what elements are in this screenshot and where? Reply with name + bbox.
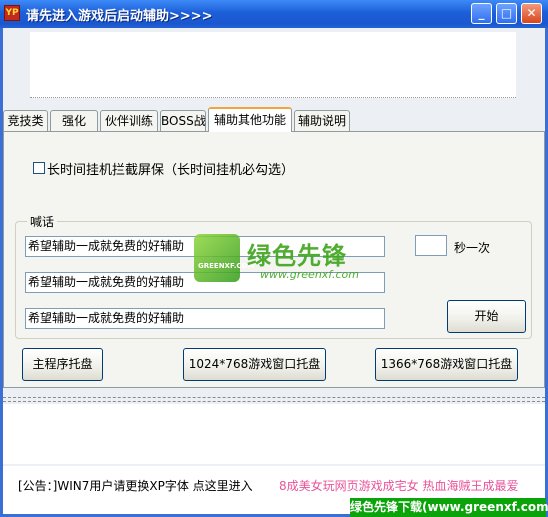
shout-group-label: 喊话 [27,213,58,230]
tab-other-features[interactable]: 辅助其他功能 [208,107,292,132]
close-button[interactable]: ✕ [521,3,542,24]
notice-link[interactable]: [公告：]WIN7用户请更换XP字体 点这里进入 [18,477,253,494]
main-tray-button[interactable]: 主程序托盘 [22,348,103,381]
watermark-name: 绿色先锋 [247,242,347,270]
screensaver-checkbox-label[interactable]: 长时间挂机拦截屏保（长时间挂机必勾选） [47,159,294,178]
watermark-logo-text: GREENXF.COM [198,262,255,270]
app-icon: YP [4,5,20,21]
tray-1366-button[interactable]: 1366*768游戏窗口托盘 [375,348,518,381]
maximize-button[interactable]: □ [496,3,517,24]
bottom-divider [3,401,545,402]
log-area [3,404,545,464]
watermark-url: www.greenxf.com [260,268,359,281]
footer-watermark: 绿色先锋下载(www.greenxf.com) [350,498,548,517]
shout-interval-label: 秒一次 [454,241,491,255]
tab-help[interactable]: 辅助说明 [294,110,350,131]
marquee-text[interactable]: 8成美女玩网页游戏成宅女 热血海贼王成最爱 [279,477,518,494]
screensaver-checkbox[interactable] [33,162,45,174]
shout-interval-input[interactable] [415,235,447,256]
tab-partner-training[interactable]: 伙伴训练 [100,110,158,131]
bottom-divider [3,397,545,398]
watermark-logo-icon [194,234,240,282]
tab-boss-battle[interactable]: BOSS战 [160,110,206,131]
minimize-button[interactable]: _ [471,3,492,24]
start-button[interactable]: 开始 [447,300,526,333]
shout-message-input-3[interactable]: 希望辅助一成就免费的好辅助 [25,308,385,329]
tab-arena[interactable]: 竞技类 [3,110,48,131]
tray-1024-button[interactable]: 1024*768游戏窗口托盘 [183,348,326,381]
window-title: 请先进入游戏后启动辅助>>>> [26,9,213,24]
banner-divider [30,97,516,99]
banner-area [30,32,516,98]
tab-enhance[interactable]: 强化 [50,110,98,131]
